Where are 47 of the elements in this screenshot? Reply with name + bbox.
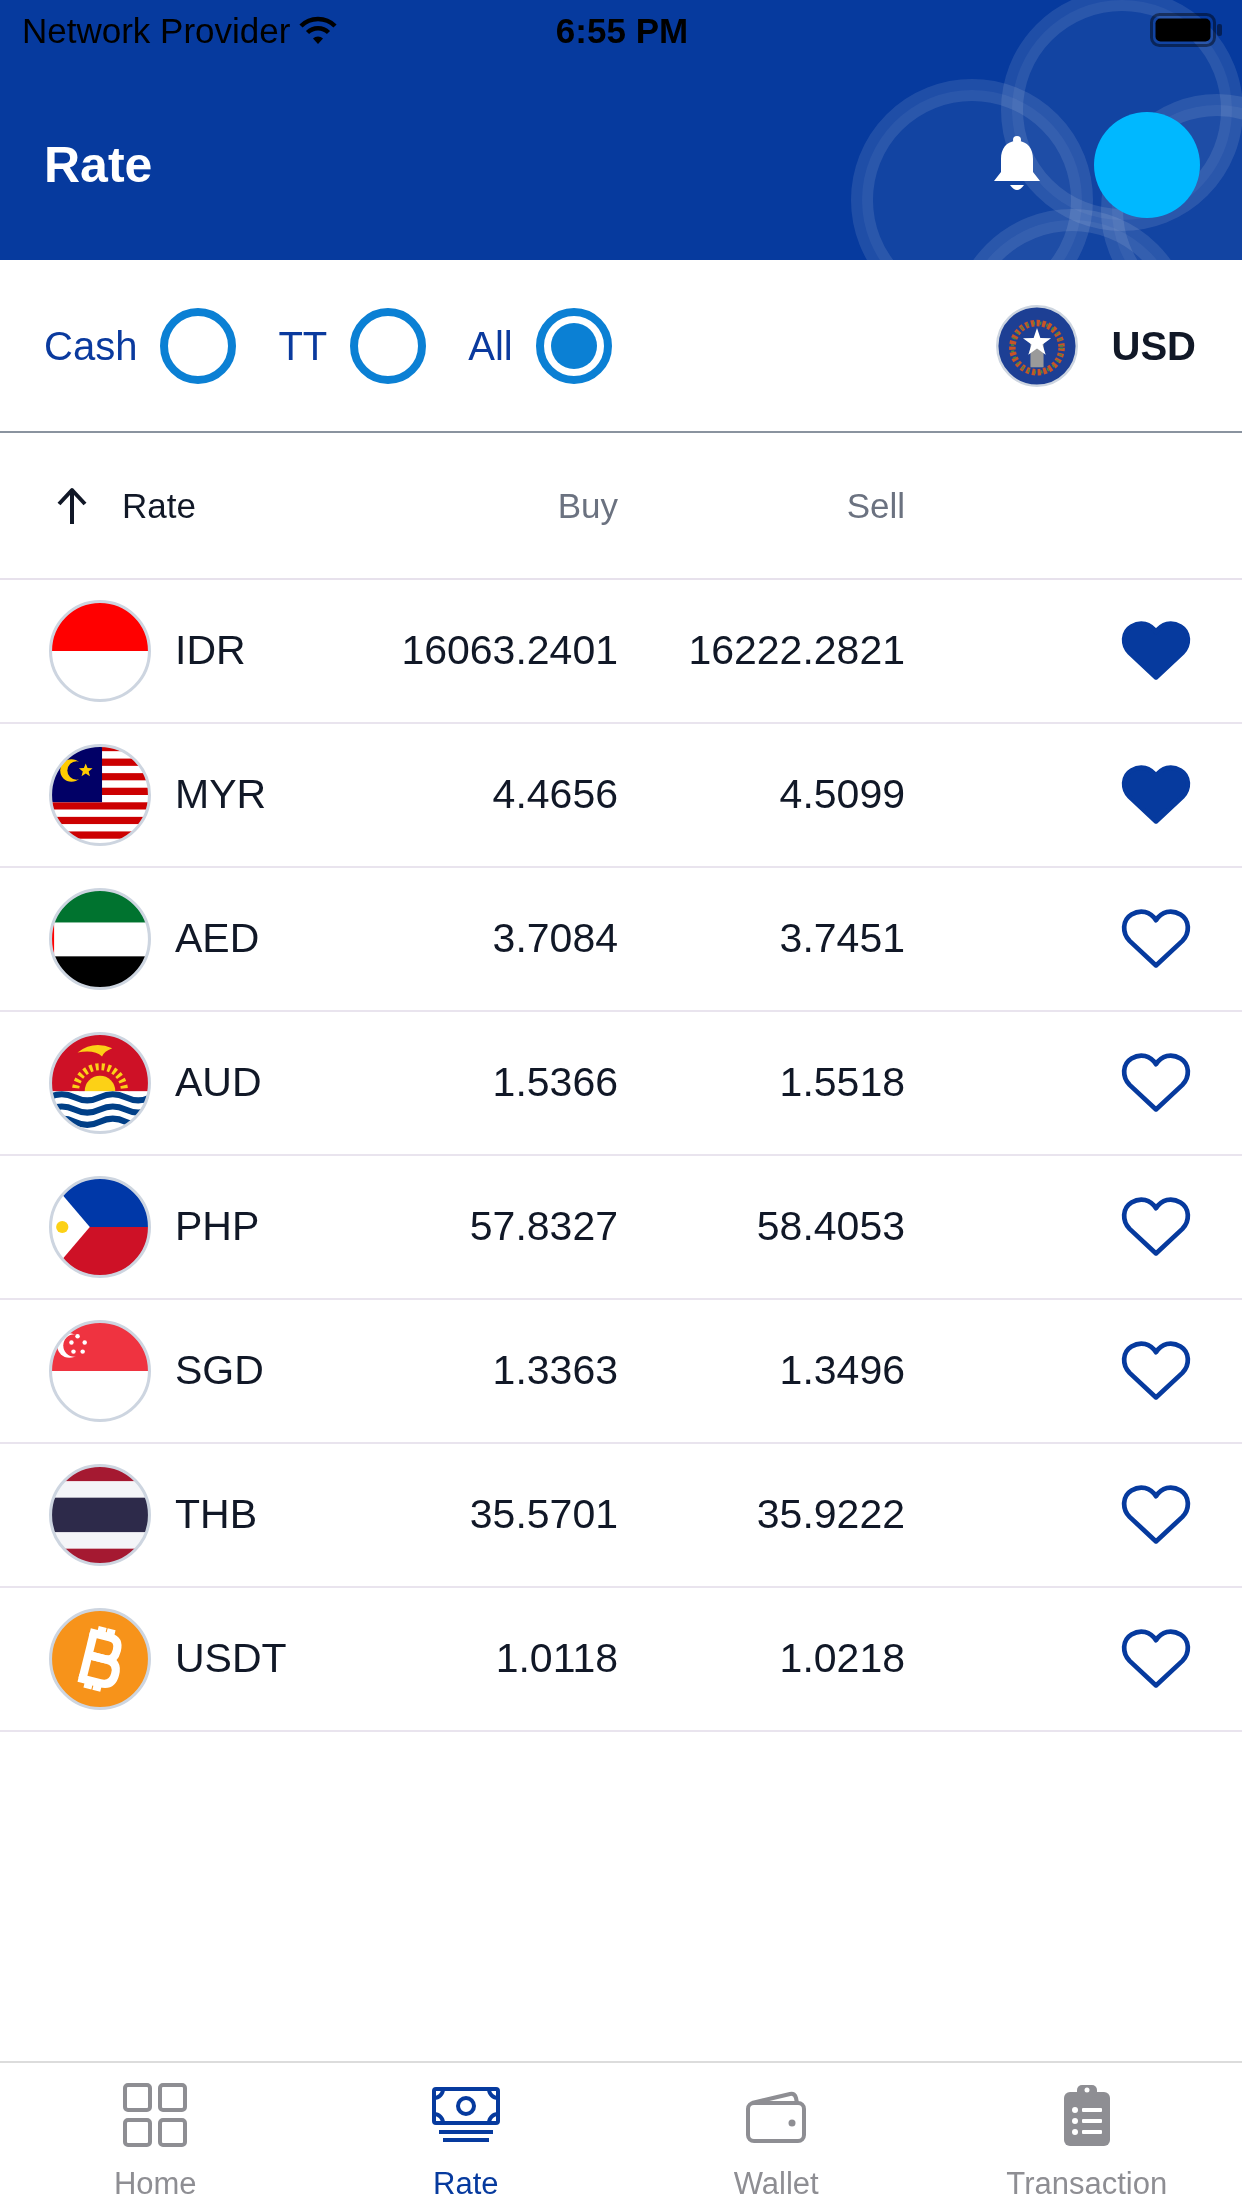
page-title: Rate <box>44 136 153 195</box>
currency-code: PHP <box>175 1202 260 1252</box>
filter-label[interactable]: Cash <box>44 321 138 370</box>
currency-code: MYR <box>175 770 267 820</box>
sell-rate: 1.3496 <box>779 1346 905 1396</box>
clock-time: 6:55 PM <box>555 12 689 48</box>
battery-icon <box>1150 13 1222 47</box>
indonesia-flag-icon <box>49 600 151 702</box>
sell-rate: 16222.2821 <box>688 626 905 676</box>
sell-rate: 3.7451 <box>779 914 905 964</box>
philippines-flag-icon <box>49 1176 151 1278</box>
filter-label[interactable]: All <box>468 321 513 370</box>
singapore-flag-icon <box>49 1320 151 1422</box>
arrow-up-icon[interactable] <box>55 485 89 526</box>
sell-rate: 58.4053 <box>756 1202 905 1252</box>
buy-rate: 16063.2401 <box>401 626 618 676</box>
wifi-icon <box>298 15 339 45</box>
buy-rate: 1.0118 <box>495 1634 618 1684</box>
currency-code: AUD <box>175 1058 262 1108</box>
thailand-flag-icon <box>49 1464 151 1566</box>
buy-rate: 35.5701 <box>469 1490 618 1540</box>
kiribati-flag-icon <box>49 1032 151 1134</box>
buy-rate: 57.8327 <box>469 1202 618 1252</box>
column-header: Buy <box>557 484 618 527</box>
filter-label[interactable]: TT <box>278 321 328 370</box>
malaysia-flag-icon <box>49 744 151 846</box>
sell-rate: 35.9222 <box>756 1490 905 1540</box>
sell-rate: 1.5518 <box>779 1058 905 1108</box>
currency-code: USDT <box>175 1634 287 1684</box>
currency-code: SGD <box>175 1346 264 1396</box>
sell-rate: 4.5099 <box>779 770 905 820</box>
currency-code: IDR <box>175 626 246 676</box>
base-currency-code[interactable]: USD <box>1111 321 1196 370</box>
buy-rate: 1.3363 <box>492 1346 618 1396</box>
buy-rate: 1.5366 <box>492 1058 618 1108</box>
carrier-name: Network Provider <box>22 12 291 48</box>
sell-rate: 1.0218 <box>779 1634 905 1684</box>
profile-avatar[interactable] <box>1094 112 1200 218</box>
grid-icon <box>123 2083 188 2147</box>
currency-code: THB <box>175 1490 257 1540</box>
buy-rate: 3.7084 <box>492 914 618 964</box>
tab-bar-item[interactable]: Rate <box>310 2063 621 2208</box>
uae-flag-icon <box>49 888 151 990</box>
column-header[interactable]: Rate <box>122 484 196 527</box>
currency-code: AED <box>175 914 260 964</box>
column-header: Sell <box>846 484 905 527</box>
buy-rate: 4.4656 <box>492 770 618 820</box>
